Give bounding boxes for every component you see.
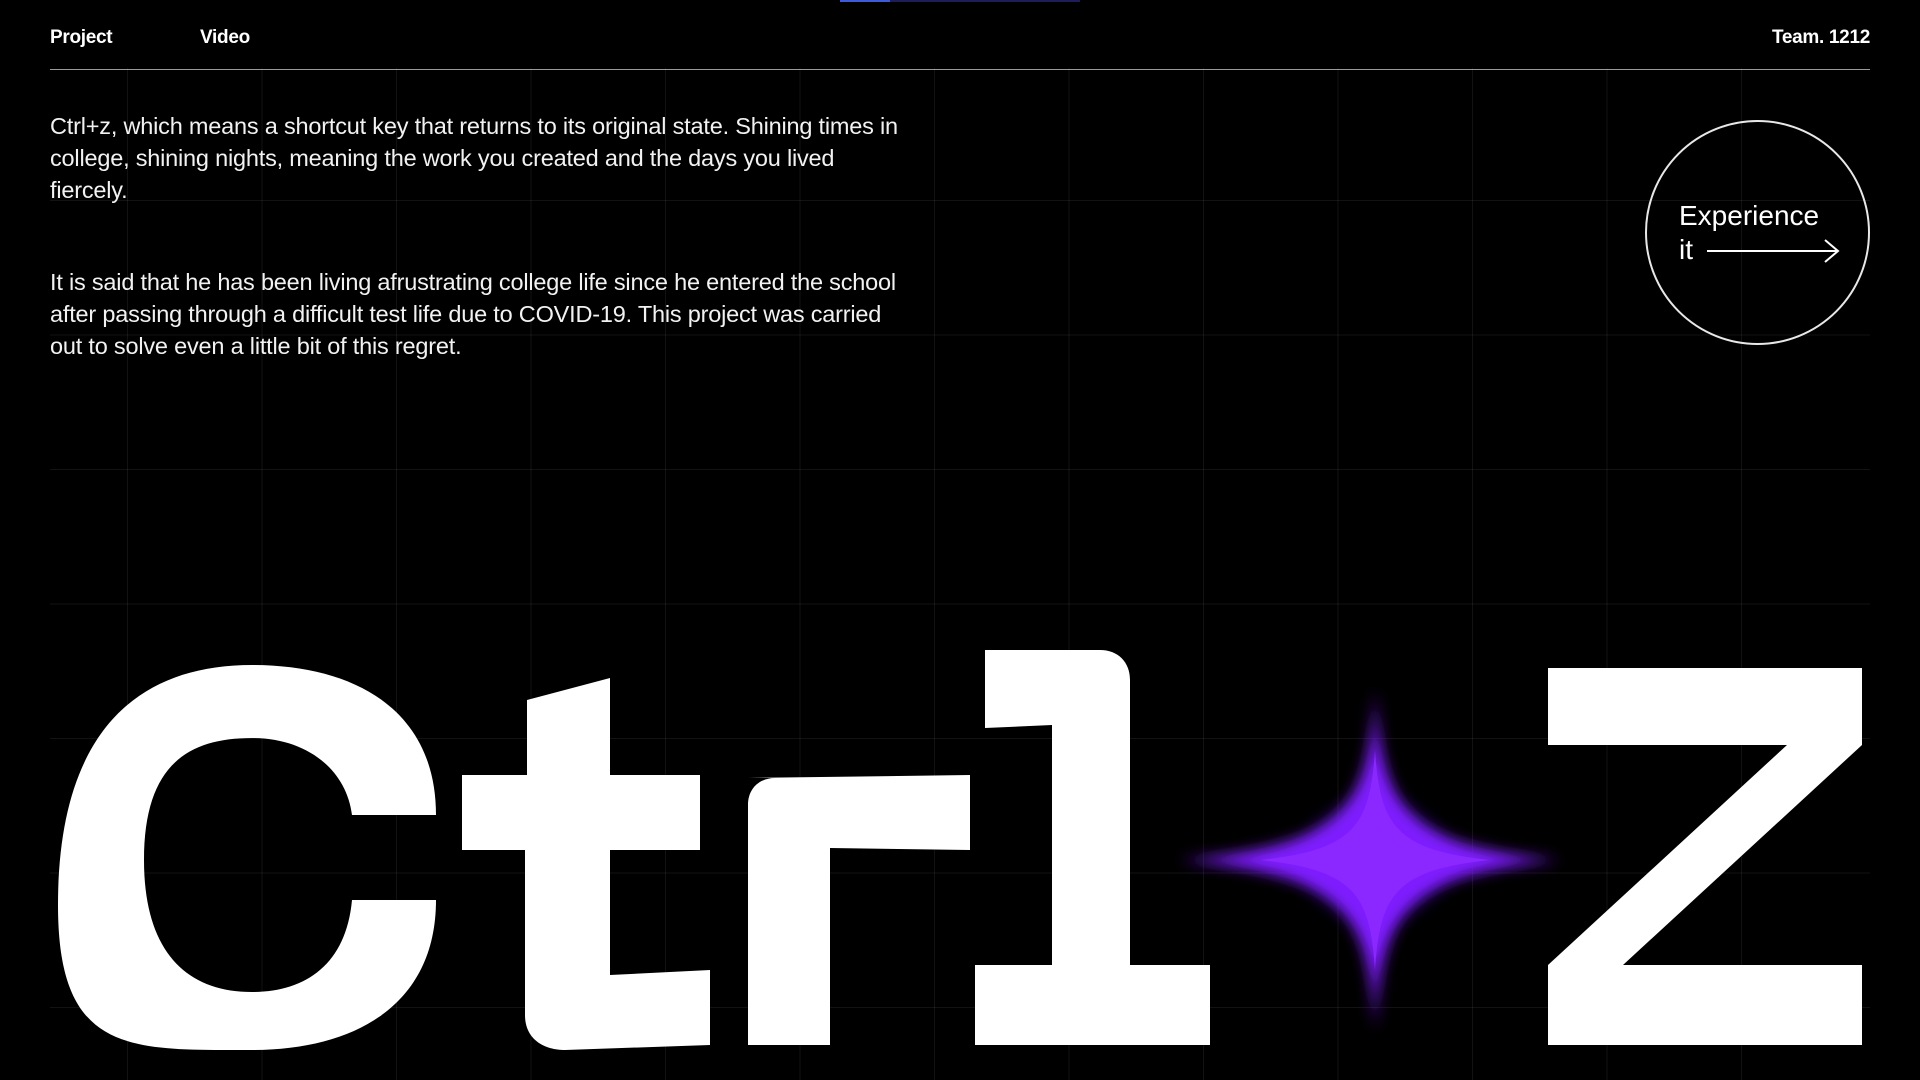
experience-label: Experience — [1679, 200, 1820, 231]
nav-link-project[interactable]: Project — [50, 27, 113, 49]
experience-it-button[interactable]: Experience it — [1645, 120, 1870, 345]
ctrl-z-wordmark — [58, 650, 1862, 1051]
page: Project Video Team. 1212 Ctrl+z, which m… — [0, 0, 1920, 1080]
team-label: Team. 1212 — [1771, 27, 1870, 48]
intro-paragraph-1: Ctrl+z, which means a shortcut key that … — [50, 113, 898, 203]
logo-letter-z — [1548, 668, 1862, 1045]
logo-letter-c — [58, 665, 436, 1051]
ctrl-z-logo — [0, 620, 1920, 1080]
intro-section: Ctrl+z, which means a shortcut key that … — [50, 110, 910, 362]
arrow-right-icon — [1707, 239, 1840, 263]
experience-label-it: it — [1679, 234, 1693, 265]
intro-paragraph-2: It is said that he has been living afrus… — [50, 269, 896, 359]
logo-letter-r — [748, 775, 970, 1045]
site-header: Project Video Team. 1212 — [50, 0, 1870, 70]
experience-arrow-row: it — [1679, 234, 1840, 266]
nav-link-video[interactable]: Video — [200, 27, 250, 49]
logo-letter-t — [462, 678, 710, 1050]
logo-letter-l — [975, 650, 1210, 1045]
